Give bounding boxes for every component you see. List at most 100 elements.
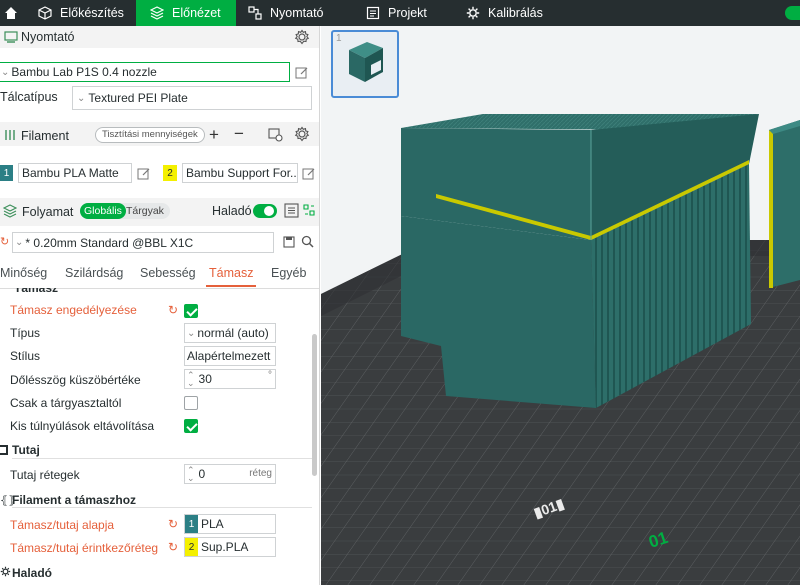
process-list-icon[interactable] xyxy=(284,203,299,221)
support-base-select[interactable]: 1 PLA xyxy=(184,514,276,534)
divider xyxy=(12,458,312,459)
filament-slot-1-select[interactable]: Bambu PLA Matte xyxy=(18,163,132,183)
edit-filament-2-icon[interactable] xyxy=(302,167,316,181)
add-filament-icon[interactable]: + xyxy=(209,125,219,145)
chevron-down-icon: ⌄ xyxy=(187,327,196,339)
process-compare-icon[interactable] xyxy=(302,203,316,220)
process-tabs: Minőség Szilárdság Sebesség Támasz Egyéb xyxy=(0,264,319,287)
sync-filament-icon[interactable] xyxy=(268,127,283,145)
raft-layers-input[interactable]: ⌃ ⌄ 0 réteg xyxy=(184,464,276,484)
raft-layers-unit: réteg xyxy=(249,468,272,479)
threshold-unit: ° xyxy=(268,370,272,381)
edit-filament-1-icon[interactable] xyxy=(137,167,151,181)
top-toolbar: Előkészítés Előnézet Nyomtató Projekt Ka… xyxy=(0,0,800,26)
filament-slot-2-select[interactable]: Bambu Support For... xyxy=(182,163,298,183)
tab-prepare[interactable]: Előkészítés xyxy=(30,0,134,26)
support-style-value: Alapértelmezett xyxy=(187,349,271,363)
plate-thumbnail-image xyxy=(349,42,383,82)
document-icon xyxy=(364,4,382,22)
support-style-label: Stílus xyxy=(10,349,41,363)
plate-thumbnail[interactable]: 1 xyxy=(331,30,399,98)
revert-icon[interactable]: ↻ xyxy=(0,235,9,248)
preview-viewport[interactable]: 01 ▮01▮ 1 xyxy=(321,26,800,585)
tab-support[interactable]: Támasz xyxy=(209,266,253,280)
reset-icon[interactable]: ↻ xyxy=(168,517,180,531)
tab-strength[interactable]: Szilárdság xyxy=(65,266,123,280)
chevron-down-icon: ⌄ xyxy=(77,92,86,104)
tab-quality[interactable]: Minőség xyxy=(0,266,47,280)
remove-small-overhangs-checkbox[interactable] xyxy=(184,419,198,433)
toggle-global[interactable]: Globális xyxy=(80,203,126,219)
threshold-angle-label: Dőlésszög küszöbértéke xyxy=(10,373,141,387)
plate-type-value: Textured PEI Plate xyxy=(88,91,188,105)
reset-icon[interactable]: ↻ xyxy=(168,303,180,317)
toggle-objects[interactable]: Tárgyak xyxy=(126,203,164,219)
process-profile-value: * 0.20mm Standard @BBL X1C xyxy=(25,235,194,250)
printer-section-title: Nyomtató xyxy=(21,30,75,44)
tab-calibration[interactable]: Kalibrálás xyxy=(464,0,564,26)
support-base-badge: 1 xyxy=(185,515,198,533)
threshold-angle-input[interactable]: ⌃ ⌄ 30 ° xyxy=(184,369,276,389)
support-base-value: PLA xyxy=(201,517,224,531)
global-objects-toggle[interactable]: Globális Tárgyak xyxy=(80,203,170,219)
process-icon xyxy=(2,204,18,221)
tab-prepare-label: Előkészítés xyxy=(60,6,124,20)
chevron-down-icon: ⌄ xyxy=(1,66,10,78)
remove-small-overhangs-label: Kis túlnyúlások eltávolítása xyxy=(10,419,155,433)
support-base-label: Támasz/tutaj alapja xyxy=(10,518,115,532)
process-profile-select[interactable]: ⌄ * 0.20mm Standard @BBL X1C xyxy=(12,232,274,253)
tab-device-label: Nyomtató xyxy=(270,6,324,20)
support-style-select[interactable]: Alapértelmezett xyxy=(184,346,276,366)
tab-preview[interactable]: Előnézet xyxy=(136,0,236,26)
search-icon[interactable] xyxy=(301,235,314,251)
threshold-angle-value: 30 xyxy=(198,372,212,386)
advanced-toggle[interactable] xyxy=(253,204,277,218)
home-icon xyxy=(5,7,17,19)
save-profile-icon[interactable] xyxy=(283,236,295,251)
toggle-knob xyxy=(264,206,274,216)
filament-slot-1-badge[interactable]: 1 xyxy=(0,165,13,181)
sidebar-scrollbar[interactable] xyxy=(312,334,317,476)
remove-filament-icon[interactable]: − xyxy=(234,124,244,144)
reset-icon[interactable]: ↻ xyxy=(168,540,180,554)
support-type-select[interactable]: ⌄ normál (auto) xyxy=(184,323,276,343)
gear-icon xyxy=(0,566,11,580)
tab-device[interactable]: Nyomtató xyxy=(246,0,342,26)
divider xyxy=(12,507,312,508)
settings-sidebar: Nyomtató ⌄ Bambu Lab P1S 0.4 nozzle Tálc… xyxy=(0,26,320,585)
printer-settings-icon[interactable] xyxy=(294,29,310,48)
support-type-label: Típus xyxy=(10,326,41,340)
account-button[interactable] xyxy=(785,6,800,20)
process-section-title: Folyamat xyxy=(22,205,74,219)
filament-section-title: Filament xyxy=(21,129,69,143)
on-build-plate-only-label: Csak a tárgyasztaltól xyxy=(10,396,122,410)
plate-type-label: Tálcatípus xyxy=(0,90,58,104)
plate-type-select[interactable]: ⌄ Textured PEI Plate xyxy=(72,86,312,110)
flush-volumes-button[interactable]: Tisztítási mennyiségek xyxy=(95,127,205,143)
filament-slot-2-badge[interactable]: 2 xyxy=(163,165,177,181)
chevron-down-icon: ⌄ xyxy=(15,237,24,248)
filament-slot-2-name: Bambu Support For... xyxy=(186,166,298,180)
advanced-label: Haladó xyxy=(212,204,252,218)
tab-others[interactable]: Egyéb xyxy=(271,266,306,280)
edit-printer-icon[interactable] xyxy=(295,66,309,80)
device-icon xyxy=(246,4,264,22)
home-button[interactable] xyxy=(0,0,22,26)
printer-name: Bambu Lab P1S 0.4 nozzle xyxy=(11,65,157,79)
support-filament-group-title: Filament a támaszhoz xyxy=(12,493,137,507)
filament-icon xyxy=(4,129,16,144)
second-model xyxy=(769,120,800,288)
printer-select[interactable]: ⌄ Bambu Lab P1S 0.4 nozzle xyxy=(0,62,290,82)
tab-project-label: Projekt xyxy=(388,6,427,20)
support-interface-label: Támasz/tutaj érintkezőréteg xyxy=(10,541,159,555)
layers-icon xyxy=(148,4,166,22)
tab-speed[interactable]: Sebesség xyxy=(140,266,196,280)
advanced-group-title: Haladó xyxy=(12,566,53,580)
spin-arrows-icon: ⌃ ⌄ xyxy=(187,465,195,483)
on-build-plate-only-checkbox[interactable] xyxy=(184,396,198,410)
enable-support-checkbox[interactable] xyxy=(184,304,198,318)
tab-project[interactable]: Projekt xyxy=(364,0,454,26)
filament-settings-icon[interactable] xyxy=(294,126,310,145)
raft-layers-label: Tutaj rétegek xyxy=(10,468,80,482)
support-interface-select[interactable]: 2 Sup.PLA xyxy=(184,537,276,557)
